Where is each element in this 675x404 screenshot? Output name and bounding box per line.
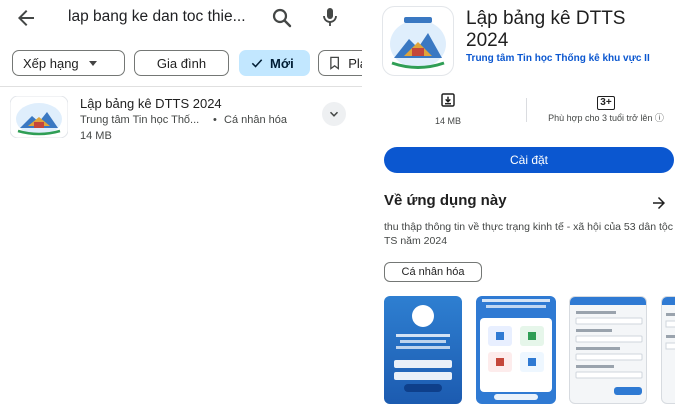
chip-label: Pla [348, 55, 362, 71]
chip-label: Gia đình [156, 55, 207, 71]
app-icon [9, 95, 69, 139]
filter-chip-new[interactable]: Mới [239, 50, 310, 76]
check-icon [251, 59, 263, 68]
chip-label: Mới [270, 55, 294, 71]
chip-label: Xếp hạng [23, 55, 79, 71]
search-bar: lap bang ke dan toc thie... [0, 0, 362, 40]
screenshot-4[interactable] [661, 296, 675, 404]
expand-button[interactable] [322, 102, 346, 126]
search-query[interactable]: lap bang ke dan toc thie... [68, 8, 246, 26]
dropdown-caret-icon [88, 60, 97, 66]
screenshot-2[interactable] [476, 296, 556, 404]
divider [0, 86, 362, 87]
size-value: 14 MB [434, 116, 461, 126]
search-icon [272, 8, 292, 28]
result-size: 14 MB [80, 130, 112, 142]
about-app-header[interactable]: Về ứng dụng này [384, 192, 674, 214]
result-title: Lập bảng kê DTTS 2024 [80, 96, 222, 111]
screenshot-carousel[interactable] [384, 296, 675, 404]
download-icon [441, 93, 455, 107]
content-rating-text: Phù hợp cho 3 tuổi trở lên ⓘ [548, 113, 664, 123]
back-button[interactable] [14, 6, 42, 30]
filter-chip-platform[interactable]: Pla [318, 50, 362, 76]
stat-rating[interactable]: 3+ Phù hợp cho 3 tuổi trở lên ⓘ [546, 92, 666, 124]
result-category: Cá nhân hóa [224, 114, 287, 126]
search-button[interactable] [270, 6, 294, 30]
app-stats: 14 MB 3+ Phù hợp cho 3 tuổi trở lên ⓘ [368, 92, 675, 132]
search-result-item[interactable]: Lập bảng kê DTTS 2024 Trung tâm Tin học … [9, 94, 355, 144]
screenshot-3[interactable] [569, 296, 647, 404]
result-separator: • [213, 114, 217, 126]
arrow-back-icon [18, 10, 34, 26]
app-description: thu thập thông tin về thực trạng kinh tế… [384, 221, 673, 247]
result-developer: Trung tâm Tin học Thố... [80, 114, 200, 126]
install-button[interactable]: Cài đặt [384, 147, 674, 173]
filter-chip-ranking[interactable]: Xếp hạng [12, 50, 125, 76]
arrow-forward-icon [653, 197, 665, 209]
search-results-panel: lap bang ke dan toc thie... Xếp hạng Gia… [0, 0, 362, 404]
category-chip[interactable]: Cá nhân hóa [384, 262, 482, 282]
voice-search-button[interactable] [318, 5, 342, 29]
stat-divider [526, 98, 527, 122]
chevron-down-icon [329, 111, 339, 117]
app-title: Lập bảng kê DTTS 2024 [466, 8, 626, 51]
filter-chips: Xếp hạng Gia đình Mới Pla [12, 50, 362, 78]
mic-icon [323, 8, 337, 26]
developer-link[interactable]: Trung tâm Tin học Thống kê khu vực II [466, 53, 675, 65]
app-icon-large [382, 6, 454, 76]
app-detail-panel: Lập bảng kê DTTS 2024 Trung tâm Tin học … [368, 0, 675, 404]
screenshot-1[interactable] [384, 296, 462, 404]
stat-size: 14 MB [408, 92, 488, 127]
bookmark-icon [330, 56, 339, 70]
content-rating-badge: 3+ [597, 96, 615, 110]
about-title: Về ứng dụng này [384, 192, 507, 209]
filter-chip-family[interactable]: Gia đình [134, 50, 229, 76]
